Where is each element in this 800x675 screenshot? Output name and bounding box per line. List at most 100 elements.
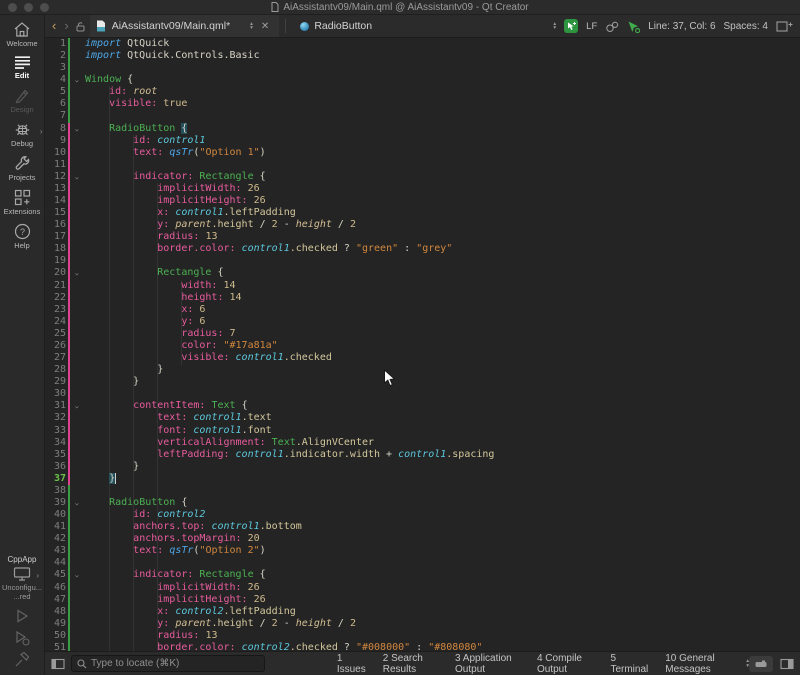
fold-marker[interactable]: ›: [70, 400, 85, 412]
line-number[interactable]: 50: [45, 630, 66, 642]
lock-icon[interactable]: [75, 21, 86, 32]
kit-selector[interactable]: CppApp › Unconfigu... ...red: [2, 555, 42, 605]
encoding-icon[interactable]: [605, 20, 619, 33]
line-number[interactable]: 21: [45, 280, 66, 292]
line-number[interactable]: 16: [45, 219, 66, 231]
line-number[interactable]: 14: [45, 195, 66, 207]
line-number[interactable]: 22: [45, 292, 66, 304]
line-number[interactable]: 43: [45, 545, 66, 557]
line-number[interactable]: 44: [45, 557, 66, 569]
fold-column: [70, 255, 85, 267]
line-number[interactable]: 24: [45, 316, 66, 328]
line-number[interactable]: 19: [45, 255, 66, 267]
close-icon[interactable]: ✕: [259, 21, 271, 32]
line-number[interactable]: 39: [45, 497, 66, 509]
line-number[interactable]: 36: [45, 461, 66, 473]
zoom-window-button[interactable]: [40, 3, 49, 12]
line-number[interactable]: 18: [45, 243, 66, 255]
output-pane-application-output[interactable]: 3 Application Output: [455, 653, 520, 675]
code-editor[interactable]: 1import QtQuick2import QtQuick.Controls.…: [45, 38, 800, 651]
line-number[interactable]: 4: [45, 74, 66, 86]
fold-marker[interactable]: ›: [70, 74, 85, 86]
line-number[interactable]: 29: [45, 376, 66, 388]
fold-marker[interactable]: ›: [70, 171, 85, 183]
sidebar-item-edit[interactable]: Edit: [0, 51, 45, 83]
output-pane-general-messages[interactable]: 10 General Messages: [665, 653, 736, 675]
sidebar-item-extensions[interactable]: Extensions: [0, 185, 45, 219]
line-number[interactable]: 46: [45, 582, 66, 594]
line-number[interactable]: 11: [45, 159, 66, 171]
nav-back-icon[interactable]: ‹: [48, 16, 60, 36]
line-number[interactable]: 23: [45, 304, 66, 316]
line-number[interactable]: 33: [45, 425, 66, 437]
output-pane-issues[interactable]: 1 Issues: [337, 653, 366, 675]
line-number[interactable]: 30: [45, 388, 66, 400]
panel-right-icon[interactable]: [780, 658, 794, 670]
line-number[interactable]: 47: [45, 594, 66, 606]
line-number[interactable]: 42: [45, 533, 66, 545]
stepper-icon[interactable]: ▴▾: [250, 22, 253, 31]
sidebar-item-welcome[interactable]: Welcome: [0, 17, 45, 51]
output-pane-compile-output[interactable]: 4 Compile Output: [537, 653, 593, 675]
line-number[interactable]: 28: [45, 364, 66, 376]
line-number[interactable]: 25: [45, 328, 66, 340]
split-editor-icon[interactable]: [776, 20, 793, 33]
line-number[interactable]: 27: [45, 352, 66, 364]
sidebar-item-debug[interactable]: Debug›: [0, 117, 45, 151]
locator-box[interactable]: [71, 655, 265, 672]
line-number[interactable]: 6: [45, 98, 66, 110]
line-number[interactable]: 10: [45, 147, 66, 159]
line-number[interactable]: 48: [45, 606, 66, 618]
line-number[interactable]: 3: [45, 62, 66, 74]
sidebar-item-help[interactable]: ?Help: [0, 219, 45, 253]
line-number[interactable]: 38: [45, 485, 66, 497]
indent-settings[interactable]: Spaces: 4: [724, 21, 768, 32]
line-number[interactable]: 5: [45, 86, 66, 98]
nav-forward-icon[interactable]: ›: [60, 16, 72, 36]
fold-column: [70, 352, 85, 364]
run-debug-button[interactable]: [13, 627, 31, 649]
fold-marker[interactable]: ›: [70, 497, 85, 509]
line-number[interactable]: 9: [45, 135, 66, 147]
line-number[interactable]: 20: [45, 267, 66, 279]
line-number[interactable]: 37: [45, 473, 66, 485]
device-indicator-button[interactable]: [749, 656, 773, 672]
line-number[interactable]: 7: [45, 110, 66, 122]
line-number[interactable]: 40: [45, 509, 66, 521]
tab-main-qml[interactable]: AiAssistantv09/Main.qml* ▴▾ ✕: [90, 15, 280, 37]
line-number[interactable]: 15: [45, 207, 66, 219]
line-number[interactable]: 49: [45, 618, 66, 630]
build-button[interactable]: [13, 649, 31, 675]
fold-marker[interactable]: ›: [70, 123, 85, 135]
tab-radiobutton[interactable]: RadioButton: [292, 20, 380, 32]
locator-input[interactable]: [91, 658, 259, 669]
stepper-icon[interactable]: ▴▾: [553, 22, 556, 31]
line-number[interactable]: 2: [45, 50, 66, 62]
annotate-icon[interactable]: [564, 19, 578, 33]
code-text: implicitWidth: 26: [85, 183, 800, 195]
close-window-button[interactable]: [8, 3, 17, 12]
line-number[interactable]: 26: [45, 340, 66, 352]
sidebar-item-projects[interactable]: Projects: [0, 151, 45, 185]
line-number[interactable]: 35: [45, 449, 66, 461]
line-number[interactable]: 45: [45, 569, 66, 581]
panel-left-icon[interactable]: [45, 658, 71, 670]
line-number[interactable]: 12: [45, 171, 66, 183]
line-number[interactable]: 32: [45, 412, 66, 424]
line-number[interactable]: 41: [45, 521, 66, 533]
line-number[interactable]: 34: [45, 437, 66, 449]
line-number[interactable]: 51: [45, 642, 66, 651]
line-number[interactable]: 13: [45, 183, 66, 195]
qml-preview-icon[interactable]: [627, 20, 640, 33]
fold-marker[interactable]: ›: [70, 569, 85, 581]
fold-marker[interactable]: ›: [70, 267, 85, 279]
output-pane-search-results[interactable]: 2 Search Results: [383, 653, 438, 675]
line-number[interactable]: 17: [45, 231, 66, 243]
run-button[interactable]: [13, 605, 31, 627]
output-pane-terminal[interactable]: 5 Terminal: [610, 653, 648, 675]
line-number[interactable]: 31: [45, 400, 66, 412]
line-ending-indicator[interactable]: LF: [586, 21, 597, 32]
line-number[interactable]: 8: [45, 123, 66, 135]
minimize-window-button[interactable]: [24, 3, 33, 12]
line-number[interactable]: 1: [45, 38, 66, 50]
